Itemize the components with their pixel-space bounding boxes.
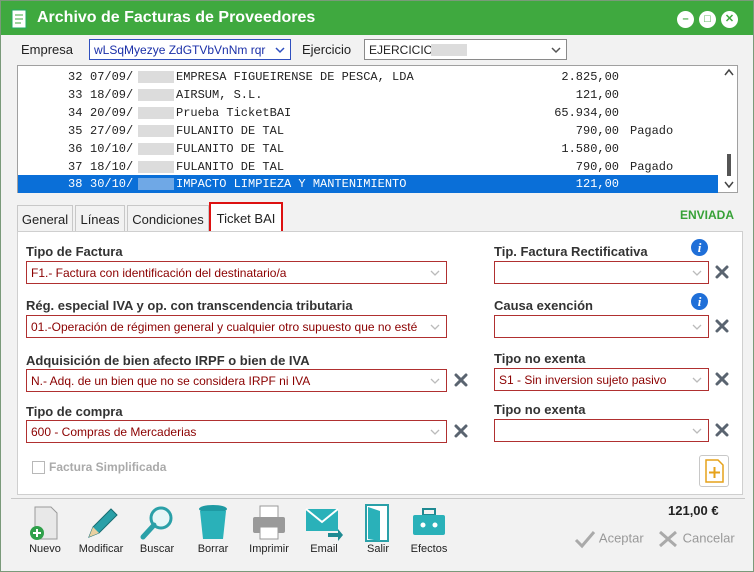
list-item-selected[interactable]: 38 30/10/ IMPACTO LIMPIEZA Y MANTENIMIENT…	[18, 175, 718, 193]
list-item[interactable]: 36 10/10/ FULANITO DE TAL 1.580,00	[18, 140, 718, 158]
list-item[interactable]: 32 07/09/ EMPRESA FIGUEIRENSE DE PESCA, L…	[18, 68, 718, 86]
efectos-button[interactable]: Efectos	[400, 503, 458, 561]
list-item[interactable]: 35 27/09/ FULANITO DE TAL 790,00 Pagado	[18, 122, 718, 140]
add-document-icon	[705, 459, 724, 483]
list-item[interactable]: 33 18/09/ AIRSUM, S.L. 121,00	[18, 86, 718, 104]
clear-icon[interactable]	[714, 318, 730, 334]
email-button[interactable]: Email	[295, 503, 353, 561]
regimen-select[interactable]: 01.-Operación de régimen general y cualq…	[26, 315, 447, 338]
clear-icon[interactable]	[714, 264, 730, 280]
list-scrollbar[interactable]	[722, 68, 736, 190]
tab-general[interactable]: General	[17, 205, 73, 231]
chevron-down-icon	[430, 429, 440, 435]
tab-ticket-bai[interactable]: Ticket BAI	[209, 202, 283, 233]
tipo-compra-select[interactable]: 600 - Compras de Mercaderias	[26, 420, 447, 443]
chevron-down-icon	[430, 378, 440, 384]
window-title: Archivo de Facturas de Proveedores	[37, 9, 316, 26]
empresa-value: wLSqMyezye ZdGTVbVnNm rqr	[94, 43, 266, 57]
cancelar-button[interactable]: Cancelar	[657, 529, 735, 549]
status-badge: ENVIADA	[680, 208, 735, 222]
buscar-button[interactable]: Buscar	[128, 503, 186, 561]
exencion-label: Causa exención	[494, 298, 593, 313]
tab-lineas[interactable]: Líneas	[75, 205, 125, 231]
tipo-compra-label: Tipo de compra	[26, 404, 123, 419]
tipo-no-exenta-label: Tipo no exenta	[494, 351, 586, 366]
email-icon	[305, 508, 343, 541]
document-app-icon	[11, 9, 27, 29]
imprimir-button[interactable]: Imprimir	[240, 503, 298, 561]
exencion-select[interactable]	[494, 315, 709, 338]
chevron-down-icon	[430, 324, 440, 330]
ejercicio-label: Ejercicio	[302, 42, 352, 57]
regimen-label: Rég. especial IVA y op. con transcendenc…	[26, 298, 353, 313]
simplificada-label: Factura Simplificada	[49, 460, 167, 474]
empresa-label: Empresa	[21, 42, 74, 57]
rectificativa-select[interactable]	[494, 261, 709, 284]
cancel-x-icon	[659, 530, 677, 548]
clear-icon[interactable]	[714, 422, 730, 438]
empresa-select[interactable]: wLSqMyezye ZdGTVbVnNm rqr	[89, 39, 291, 60]
toolbar-separator	[11, 498, 745, 499]
simplificada-checkbox[interactable]	[32, 461, 45, 474]
chevron-down-icon	[551, 47, 561, 54]
adquisicion-select[interactable]: N.- Adq. de un bien que no se considera …	[26, 369, 447, 392]
adquisicion-label: Adquisición de bien afecto IRPF o bien d…	[26, 353, 310, 368]
tipo-factura-label: Tipo de Factura	[26, 244, 123, 259]
pencil-icon	[88, 508, 118, 538]
tipo-factura-select[interactable]: F1.- Factura con identificación del dest…	[26, 261, 447, 284]
new-document-button[interactable]	[699, 455, 729, 487]
tab-condiciones[interactable]: Condiciones	[127, 205, 209, 231]
salir-button[interactable]: Salir	[349, 503, 407, 561]
list-item[interactable]: 37 18/10/ FULANITO DE TAL 790,00 Pagado	[18, 158, 718, 176]
invoice-list[interactable]: 32 07/09/ EMPRESA FIGUEIRENSE DE PESCA, L…	[17, 65, 738, 193]
aceptar-button[interactable]: Aceptar	[574, 529, 644, 549]
new-icon	[30, 506, 58, 540]
invoice-total: 121,00 €	[668, 503, 719, 518]
clear-icon[interactable]	[714, 371, 730, 387]
rectificativa-label: Tip. Factura Rectificativa	[494, 244, 648, 259]
ejercicio-value: EJERCICIO	[369, 43, 434, 57]
tipo-no-exenta-2-select[interactable]	[494, 419, 709, 442]
invoice-window: Archivo de Facturas de Proveedores – □ ✕…	[0, 0, 754, 572]
exit-door-icon	[365, 504, 389, 542]
printer-icon	[253, 505, 285, 540]
chevron-down-icon	[275, 47, 285, 54]
close-icon[interactable]: ✕	[721, 11, 738, 28]
briefcase-icon	[413, 508, 445, 535]
chevron-down-icon	[692, 428, 702, 434]
borrar-button[interactable]: Borrar	[184, 503, 242, 561]
tipo-no-exenta-select[interactable]: S1 - Sin inversion sujeto pasivo	[494, 368, 709, 391]
redacted-year	[431, 44, 467, 56]
chevron-down-icon	[430, 270, 440, 276]
clear-icon[interactable]	[453, 423, 469, 439]
checkmark-icon	[574, 531, 596, 549]
minimize-icon[interactable]: –	[677, 11, 694, 28]
ejercicio-select[interactable]: EJERCICIO	[364, 39, 567, 60]
maximize-icon[interactable]: □	[699, 11, 716, 28]
chevron-down-icon	[692, 377, 702, 383]
trash-icon	[199, 505, 227, 539]
nuevo-button[interactable]: Nuevo	[16, 503, 74, 561]
search-icon	[140, 506, 173, 540]
tipo-no-exenta-2-label: Tipo no exenta	[494, 402, 586, 417]
title-bar[interactable]: Archivo de Facturas de Proveedores – □ ✕	[1, 1, 753, 35]
modificar-button[interactable]: Modificar	[72, 503, 130, 561]
info-icon[interactable]: i	[691, 293, 708, 310]
clear-icon[interactable]	[453, 372, 469, 388]
chevron-down-icon	[692, 270, 702, 276]
list-item[interactable]: 34 20/09/ Prueba TicketBAI 65.934,00	[18, 104, 718, 122]
info-icon[interactable]: i	[691, 239, 708, 256]
chevron-down-icon	[692, 324, 702, 330]
